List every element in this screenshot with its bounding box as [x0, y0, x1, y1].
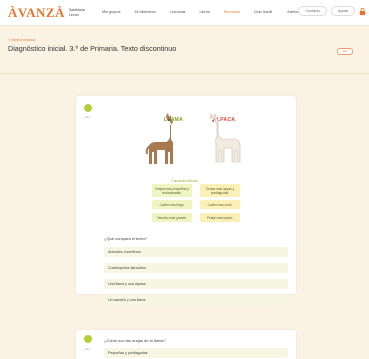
help-button[interactable]: Ayuda [330, 6, 355, 16]
question-text: ¿Qué compara el texto? [104, 236, 147, 241]
item-number-badge [84, 104, 92, 112]
alpaca-characteristic-2: Cuello más corto. [200, 200, 240, 209]
nav-actions: Contacto Ayuda [294, 6, 367, 16]
nav-item-mis-grupos[interactable]: Mis grupos [95, 10, 128, 15]
nav-item-club[interactable]: Club Santil. [247, 10, 280, 15]
answer-option[interactable]: Una llama y una alpaca [104, 279, 288, 289]
view-pill-button[interactable]: Ver [337, 48, 353, 55]
nav-item-recursos[interactable]: Recursos [217, 10, 247, 15]
llama-illustration [145, 113, 174, 164]
top-navigation-bar: ÀVANZÀ Santil­lana Lector Mis grupos Mi … [0, 0, 369, 26]
item-number-label: Ítem [85, 347, 91, 351]
brand-logo[interactable]: ÀVANZÀ [8, 5, 65, 21]
answer-option[interactable]: Cuadrúpedos Ilarcuidos [104, 263, 288, 273]
answer-option[interactable]: Pequeñas y puntiagudas [104, 348, 288, 358]
llama-characteristic-1: Orejas más pequeñas y redondeadas. [152, 184, 192, 197]
back-breadcrumb[interactable]: < Volver a recursos [8, 38, 35, 42]
llama-characteristic-2: Cuello más largo. [152, 200, 192, 209]
alpaca-characteristic-1: Orejas más largas y puntiagudas. [200, 184, 240, 197]
nav-item-licencias[interactable]: Licencias [163, 10, 193, 15]
alpaca-illustration [209, 113, 241, 163]
page-frame: ÀVANZÀ Santil­lana Lector Mis grupos Mi … [0, 0, 369, 359]
question-text: ¿Cómo son las orejas de la llama? [104, 338, 166, 343]
header-divider [0, 73, 369, 74]
llama-characteristic-3: Tamaño más grande. [152, 213, 192, 222]
main-nav: Mis grupos Mi biblioteca Licencias Libro… [95, 10, 314, 15]
contact-button[interactable]: Contacto [298, 6, 327, 16]
alpaca-characteristic-3: Pelaje más tupido. [200, 213, 240, 222]
characteristics-heading: Características [171, 178, 198, 183]
lock-icon[interactable] [358, 7, 367, 16]
item-number-label: Ítem [85, 115, 91, 119]
item-number-badge [84, 335, 92, 343]
page-title: Diagnóstico inicial. 3.º de Primaria. Te… [8, 44, 177, 53]
brand-sub-label: Santil­lana Lector [68, 8, 85, 17]
answer-option[interactable]: Un camello y una llama [104, 295, 288, 305]
nav-item-libros[interactable]: Libros [192, 10, 216, 15]
nav-item-mi-biblioteca[interactable]: Mi biblioteca [128, 10, 163, 15]
answer-option[interactable]: Animales mamíferos [104, 247, 288, 257]
